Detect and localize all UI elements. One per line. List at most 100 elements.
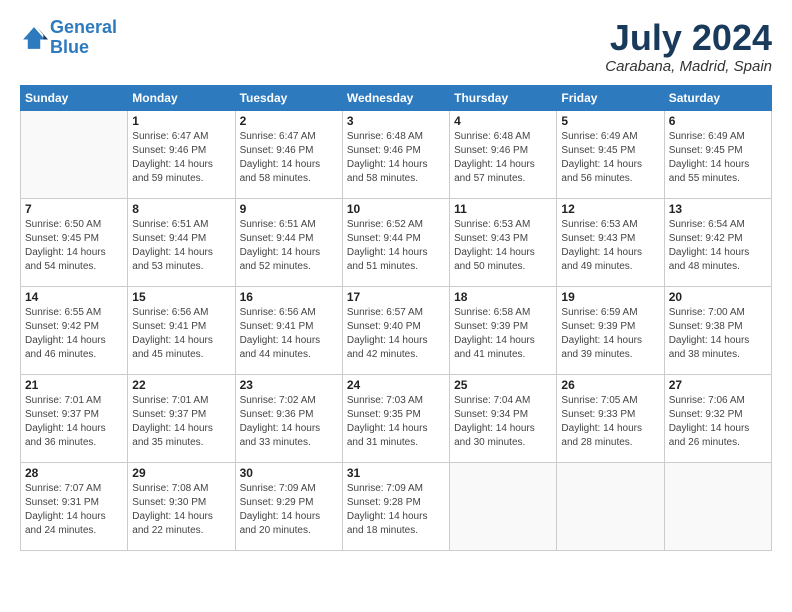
day-number: 1	[132, 114, 230, 128]
location: Carabana, Madrid, Spain	[605, 58, 772, 75]
day-info: Sunrise: 6:47 AM Sunset: 9:46 PM Dayligh…	[132, 130, 230, 186]
calendar-cell	[21, 110, 128, 198]
day-info: Sunrise: 7:09 AM Sunset: 9:29 PM Dayligh…	[240, 482, 338, 538]
calendar-cell: 12Sunrise: 6:53 AM Sunset: 9:43 PM Dayli…	[557, 198, 664, 286]
logo-line1: General	[50, 17, 117, 37]
day-info: Sunrise: 6:59 AM Sunset: 9:39 PM Dayligh…	[561, 306, 659, 362]
calendar-week-row: 7 Sunrise: 6:50 AM Sunset: 9:45 PM Daylig…	[21, 198, 772, 286]
day-number: 16	[240, 290, 338, 304]
month-year: July 2024	[605, 18, 772, 58]
day-info: Sunrise: 7:09 AM Sunset: 9:28 PM Dayligh…	[347, 482, 445, 538]
calendar-cell: 14 Sunrise: 6:55 AM Sunset: 9:42 PM Dayli…	[21, 286, 128, 374]
day-info: Sunrise: 7:08 AM Sunset: 9:30 PM Dayligh…	[132, 482, 230, 538]
day-info: Sunrise: 6:50 AM Sunset: 9:45 PM Dayligh…	[25, 218, 123, 274]
day-number: 22	[132, 378, 230, 392]
calendar-cell: 26 Sunrise: 7:05 AM Sunset: 9:33 PM Dayli…	[557, 374, 664, 462]
title-block: July 2024 Carabana, Madrid, Spain	[605, 18, 772, 75]
day-number: 3	[347, 114, 445, 128]
column-header-monday: Monday	[128, 85, 235, 110]
day-number: 5	[561, 114, 659, 128]
header: General Blue July 2024 Carabana, Madrid,…	[20, 18, 772, 75]
calendar-cell: 20 Sunrise: 7:00 AM Sunset: 9:38 PM Dayli…	[664, 286, 771, 374]
calendar-table: SundayMondayTuesdayWednesdayThursdayFrid…	[20, 85, 772, 551]
day-number: 9	[240, 202, 338, 216]
column-header-sunday: Sunday	[21, 85, 128, 110]
calendar-page: General Blue July 2024 Carabana, Madrid,…	[0, 0, 792, 612]
day-info: Sunrise: 7:01 AM Sunset: 9:37 PM Dayligh…	[132, 394, 230, 450]
calendar-cell: 6 Sunrise: 6:49 AM Sunset: 9:45 PM Daylig…	[664, 110, 771, 198]
calendar-cell: 15Sunrise: 6:56 AM Sunset: 9:41 PM Dayli…	[128, 286, 235, 374]
day-info: Sunrise: 7:02 AM Sunset: 9:36 PM Dayligh…	[240, 394, 338, 450]
logo-line2: Blue	[50, 37, 89, 57]
column-header-tuesday: Tuesday	[235, 85, 342, 110]
day-info: Sunrise: 6:54 AM Sunset: 9:42 PM Dayligh…	[669, 218, 767, 274]
day-number: 10	[347, 202, 445, 216]
day-info: Sunrise: 7:00 AM Sunset: 9:38 PM Dayligh…	[669, 306, 767, 362]
calendar-cell: 22 Sunrise: 7:01 AM Sunset: 9:37 PM Dayli…	[128, 374, 235, 462]
calendar-cell: 8 Sunrise: 6:51 AM Sunset: 9:44 PM Daylig…	[128, 198, 235, 286]
day-info: Sunrise: 6:58 AM Sunset: 9:39 PM Dayligh…	[454, 306, 552, 362]
day-info: Sunrise: 6:48 AM Sunset: 9:46 PM Dayligh…	[454, 130, 552, 186]
day-number: 23	[240, 378, 338, 392]
day-info: Sunrise: 6:57 AM Sunset: 9:40 PM Dayligh…	[347, 306, 445, 362]
day-number: 6	[669, 114, 767, 128]
calendar-week-row: 28 Sunrise: 7:07 AM Sunset: 9:31 PM Dayli…	[21, 462, 772, 550]
calendar-cell: 3 Sunrise: 6:48 AM Sunset: 9:46 PM Daylig…	[342, 110, 449, 198]
day-number: 26	[561, 378, 659, 392]
day-number: 4	[454, 114, 552, 128]
day-number: 13	[669, 202, 767, 216]
day-info: Sunrise: 7:06 AM Sunset: 9:32 PM Dayligh…	[669, 394, 767, 450]
calendar-cell: 9Sunrise: 6:51 AM Sunset: 9:44 PM Daylig…	[235, 198, 342, 286]
calendar-week-row: 14 Sunrise: 6:55 AM Sunset: 9:42 PM Dayli…	[21, 286, 772, 374]
day-info: Sunrise: 6:55 AM Sunset: 9:42 PM Dayligh…	[25, 306, 123, 362]
day-info: Sunrise: 6:53 AM Sunset: 9:43 PM Dayligh…	[454, 218, 552, 274]
day-info: Sunrise: 6:48 AM Sunset: 9:46 PM Dayligh…	[347, 130, 445, 186]
calendar-cell: 28 Sunrise: 7:07 AM Sunset: 9:31 PM Dayli…	[21, 462, 128, 550]
calendar-cell: 31 Sunrise: 7:09 AM Sunset: 9:28 PM Dayli…	[342, 462, 449, 550]
day-number: 19	[561, 290, 659, 304]
column-header-wednesday: Wednesday	[342, 85, 449, 110]
calendar-cell: 2 Sunrise: 6:47 AM Sunset: 9:46 PM Daylig…	[235, 110, 342, 198]
calendar-cell: 7 Sunrise: 6:50 AM Sunset: 9:45 PM Daylig…	[21, 198, 128, 286]
calendar-cell: 23 Sunrise: 7:02 AM Sunset: 9:36 PM Dayli…	[235, 374, 342, 462]
day-number: 29	[132, 466, 230, 480]
calendar-cell: 29 Sunrise: 7:08 AM Sunset: 9:30 PM Dayli…	[128, 462, 235, 550]
logo: General Blue	[20, 18, 117, 58]
day-number: 8	[132, 202, 230, 216]
day-info: Sunrise: 6:49 AM Sunset: 9:45 PM Dayligh…	[561, 130, 659, 186]
day-info: Sunrise: 6:56 AM Sunset: 9:41 PM Dayligh…	[132, 306, 230, 362]
calendar-cell	[557, 462, 664, 550]
calendar-cell: 5 Sunrise: 6:49 AM Sunset: 9:45 PM Daylig…	[557, 110, 664, 198]
day-info: Sunrise: 6:52 AM Sunset: 9:44 PM Dayligh…	[347, 218, 445, 274]
day-info: Sunrise: 7:07 AM Sunset: 9:31 PM Dayligh…	[25, 482, 123, 538]
day-info: Sunrise: 7:05 AM Sunset: 9:33 PM Dayligh…	[561, 394, 659, 450]
column-header-saturday: Saturday	[664, 85, 771, 110]
logo-text: General Blue	[50, 18, 117, 58]
day-info: Sunrise: 6:47 AM Sunset: 9:46 PM Dayligh…	[240, 130, 338, 186]
calendar-cell: 18 Sunrise: 6:58 AM Sunset: 9:39 PM Dayli…	[450, 286, 557, 374]
day-number: 25	[454, 378, 552, 392]
day-number: 28	[25, 466, 123, 480]
day-number: 2	[240, 114, 338, 128]
calendar-cell	[664, 462, 771, 550]
calendar-cell: 13 Sunrise: 6:54 AM Sunset: 9:42 PM Dayli…	[664, 198, 771, 286]
calendar-week-row: 1 Sunrise: 6:47 AM Sunset: 9:46 PM Daylig…	[21, 110, 772, 198]
day-info: Sunrise: 6:51 AM Sunset: 9:44 PM Dayligh…	[132, 218, 230, 274]
calendar-cell	[450, 462, 557, 550]
day-info: Sunrise: 7:03 AM Sunset: 9:35 PM Dayligh…	[347, 394, 445, 450]
column-header-thursday: Thursday	[450, 85, 557, 110]
day-number: 18	[454, 290, 552, 304]
day-info: Sunrise: 6:53 AM Sunset: 9:43 PM Dayligh…	[561, 218, 659, 274]
day-number: 7	[25, 202, 123, 216]
day-number: 14	[25, 290, 123, 304]
calendar-header-row: SundayMondayTuesdayWednesdayThursdayFrid…	[21, 85, 772, 110]
day-info: Sunrise: 7:04 AM Sunset: 9:34 PM Dayligh…	[454, 394, 552, 450]
calendar-cell: 4 Sunrise: 6:48 AM Sunset: 9:46 PM Daylig…	[450, 110, 557, 198]
day-number: 20	[669, 290, 767, 304]
day-number: 31	[347, 466, 445, 480]
calendar-cell: 27Sunrise: 7:06 AM Sunset: 9:32 PM Dayli…	[664, 374, 771, 462]
day-info: Sunrise: 6:49 AM Sunset: 9:45 PM Dayligh…	[669, 130, 767, 186]
calendar-cell: 19 Sunrise: 6:59 AM Sunset: 9:39 PM Dayli…	[557, 286, 664, 374]
calendar-cell: 30Sunrise: 7:09 AM Sunset: 9:29 PM Dayli…	[235, 462, 342, 550]
day-number: 24	[347, 378, 445, 392]
